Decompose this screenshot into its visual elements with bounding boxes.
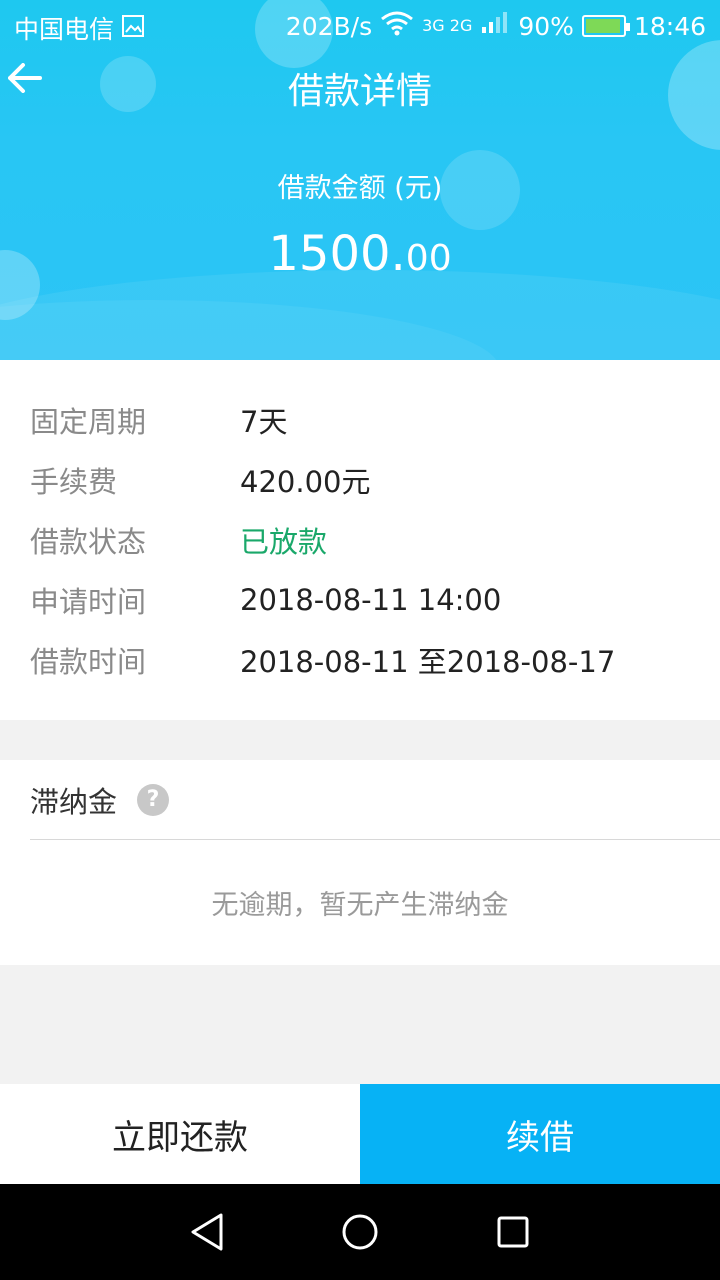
help-icon[interactable]: ? <box>137 783 170 816</box>
repay-now-button[interactable]: 立即还款 <box>0 1084 360 1184</box>
detail-label: 申请时间 <box>30 585 147 619</box>
clock: 18:46 <box>633 11 706 41</box>
detail-row-apply-time: 申请时间 2018-08-11 14:00 <box>0 570 720 630</box>
wifi-icon <box>380 10 414 42</box>
header: 中国电信 202B/s 3G 2G 90% 18:46 借款详情 借款金额 (元… <box>0 0 720 360</box>
detail-label: 固定周期 <box>30 405 147 439</box>
late-fee-message: 无逾期，暂无产生滞纳金 <box>211 890 509 921</box>
nav-recents-button[interactable] <box>483 1202 543 1262</box>
battery-icon <box>581 15 630 37</box>
loan-amount: 1500.00 <box>0 226 720 282</box>
nav-back-button[interactable] <box>177 1202 237 1262</box>
status-badge: 已放款 <box>240 525 328 559</box>
amount-decimal: 00 <box>405 238 452 279</box>
late-fee-section: 滞纳金 ? 无逾期，暂无产生滞纳金 <box>0 760 720 965</box>
back-triangle-icon <box>191 1213 223 1251</box>
detail-value: 2018-08-11 至2018-08-17 <box>240 645 616 679</box>
amount-integer: 1500. <box>268 226 406 282</box>
bottom-actions: 立即还款 续借 <box>0 1084 720 1184</box>
detail-value: 2018-08-11 14:00 <box>240 583 502 617</box>
image-icon <box>122 14 145 43</box>
renew-loan-button[interactable]: 续借 <box>360 1084 720 1184</box>
late-fee-header: 滞纳金 ? <box>30 760 720 840</box>
detail-value: 420.00元 <box>240 465 371 499</box>
detail-label: 手续费 <box>30 465 118 499</box>
late-fee-title: 滞纳金 <box>30 784 118 819</box>
page-title: 借款详情 <box>287 71 432 112</box>
signal-icon <box>480 11 510 41</box>
home-circle-icon <box>342 1214 378 1250</box>
detail-row-loan-time: 借款时间 2018-08-11 至2018-08-17 <box>0 630 720 690</box>
amount-label: 借款金额 (元) <box>277 173 443 204</box>
detail-value: 7天 <box>240 405 288 439</box>
detail-row-period: 固定周期 7天 <box>0 390 720 450</box>
network-type-label: 3G 2G <box>422 16 473 35</box>
carrier-name: 中国电信 <box>14 15 115 44</box>
recents-square-icon <box>497 1216 529 1248</box>
system-nav-bar <box>0 1184 720 1280</box>
detail-row-fee: 手续费 420.00元 <box>0 450 720 510</box>
net-speed: 202B/s <box>285 11 373 41</box>
detail-row-status: 借款状态 已放款 <box>0 510 720 570</box>
nav-home-button[interactable] <box>330 1202 390 1262</box>
detail-label: 借款时间 <box>30 645 147 679</box>
loan-details-card: 固定周期 7天 手续费 420.00元 借款状态 已放款 申请时间 2018-0… <box>0 360 720 720</box>
battery-percent: 90% <box>518 11 574 41</box>
status-bar: 中国电信 202B/s 3G 2G 90% 18:46 <box>0 0 720 50</box>
detail-label: 借款状态 <box>30 525 147 559</box>
